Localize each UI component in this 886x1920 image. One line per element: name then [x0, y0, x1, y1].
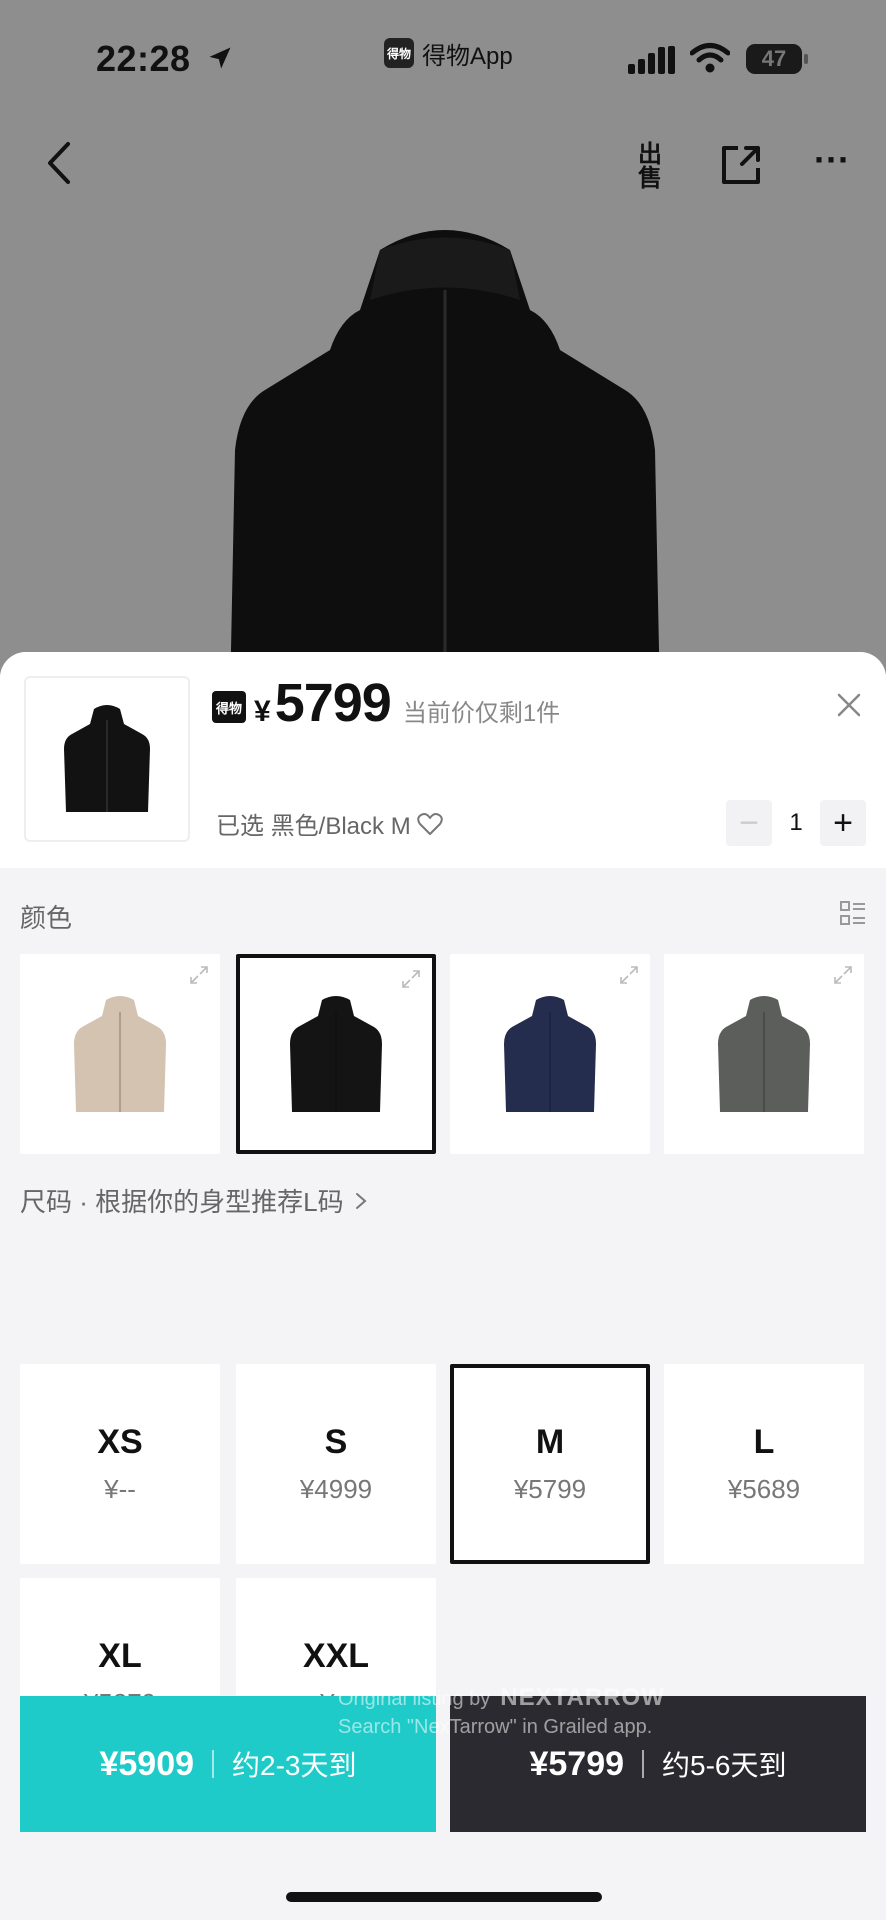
sell-label-bottom: 售 — [638, 165, 662, 192]
back-to-app[interactable]: 得物 得物App — [384, 36, 513, 70]
jacket-swatch-image — [718, 996, 810, 1112]
fast-price: ¥5909 — [99, 1744, 195, 1783]
sku-selector-sheet: 得物 ¥ 5799 当前价仅剩1件 已选 黑色/Black M − 1 + 颜色… — [0, 652, 886, 1920]
size-price: ¥5799 — [513, 1474, 587, 1504]
thumbnail-jacket-image — [64, 705, 150, 812]
quantity-stepper: − 1 + — [726, 800, 866, 846]
brand-logo: 得物 — [212, 691, 246, 723]
list-view-icon[interactable] — [840, 900, 866, 926]
buy-fast-delivery-button[interactable]: ¥5909 约2-3天到 — [20, 1696, 436, 1832]
standard-price: ¥5799 — [529, 1744, 625, 1783]
chevron-right-icon — [355, 1192, 367, 1209]
expand-icon[interactable] — [832, 964, 854, 986]
size-label: M — [535, 1423, 565, 1461]
location-arrow-icon — [209, 47, 231, 69]
sheet-header: 得物 ¥ 5799 当前价仅剩1件 已选 黑色/Black M − 1 + — [0, 652, 886, 868]
sell-label-top: 出 — [638, 141, 662, 168]
size-option-xs[interactable]: XS ¥-- — [20, 1364, 220, 1564]
divider — [212, 1750, 215, 1778]
fast-eta: 约2-3天到 — [232, 1750, 357, 1781]
increase-quantity-button[interactable]: + — [820, 800, 866, 846]
color-option-grey[interactable] — [664, 954, 864, 1154]
jacket-swatch-image — [74, 996, 166, 1112]
size-price: ¥-- — [104, 1474, 136, 1504]
selected-variant-label: 已选 黑色/Black M — [216, 813, 411, 840]
currency-symbol: ¥ — [254, 695, 271, 728]
size-option-m[interactable]: M ¥5799 — [450, 1364, 650, 1564]
current-price: 5799 — [274, 673, 392, 733]
wifi-icon — [690, 43, 730, 73]
selected-variant: 已选 黑色/Black M — [216, 806, 443, 841]
size-recommendation-link[interactable]: 尺码 · 根据你的身型推荐L码 — [20, 1182, 368, 1219]
size-hint-text: 尺码 · 根据你的身型推荐L码 — [20, 1187, 344, 1217]
close-icon[interactable] — [834, 690, 864, 720]
buy-standard-delivery-button[interactable]: ¥5799 约5-6天到 — [450, 1696, 866, 1832]
price-note: 当前价仅剩1件 — [402, 700, 561, 727]
back-arrow-icon[interactable] — [40, 138, 80, 188]
size-label: XXL — [302, 1637, 370, 1675]
heart-icon[interactable] — [416, 812, 443, 836]
size-label: XS — [97, 1423, 143, 1461]
standard-eta: 约5-6天到 — [662, 1750, 787, 1781]
color-option-navy[interactable] — [450, 954, 650, 1154]
size-option-l[interactable]: L ¥5689 — [664, 1364, 864, 1564]
size-label: L — [753, 1423, 775, 1461]
size-label: S — [324, 1423, 348, 1461]
size-price: ¥5689 — [727, 1474, 801, 1504]
jacket-swatch-image — [290, 996, 382, 1112]
clock: 22:28 — [96, 38, 191, 79]
quantity-value: 1 — [789, 809, 803, 836]
color-option-beige[interactable] — [20, 954, 220, 1154]
decrease-quantity-button[interactable]: − — [726, 800, 772, 846]
size-label: XL — [98, 1637, 142, 1675]
expand-icon[interactable] — [618, 964, 640, 986]
size-price: ¥4999 — [299, 1474, 373, 1504]
size-option-s[interactable]: S ¥4999 — [236, 1364, 436, 1564]
color-option-black[interactable] — [236, 954, 436, 1154]
divider — [642, 1750, 645, 1778]
battery-tip — [804, 54, 808, 64]
share-icon[interactable] — [718, 142, 764, 188]
expand-icon[interactable] — [188, 964, 210, 986]
jacket-swatch-image — [504, 996, 596, 1112]
color-section-label: 颜色 — [20, 903, 73, 933]
more-options-icon[interactable]: ··· — [808, 142, 856, 180]
battery-indicator: 47 — [746, 44, 802, 74]
expand-icon[interactable] — [400, 968, 422, 990]
selected-product-thumbnail — [24, 676, 190, 842]
cellular-signal-icon — [628, 46, 675, 74]
status-bar: 22:28 得物 得物App 47 — [0, 0, 886, 110]
home-indicator — [286, 1892, 602, 1902]
app-badge: 得物 — [384, 38, 414, 68]
jacket-image — [230, 230, 660, 700]
app-name: 得物App — [422, 42, 513, 70]
sell-button[interactable]: 出 售 — [626, 142, 674, 192]
price-row: 得物 ¥ 5799 当前价仅剩1件 — [212, 672, 560, 742]
